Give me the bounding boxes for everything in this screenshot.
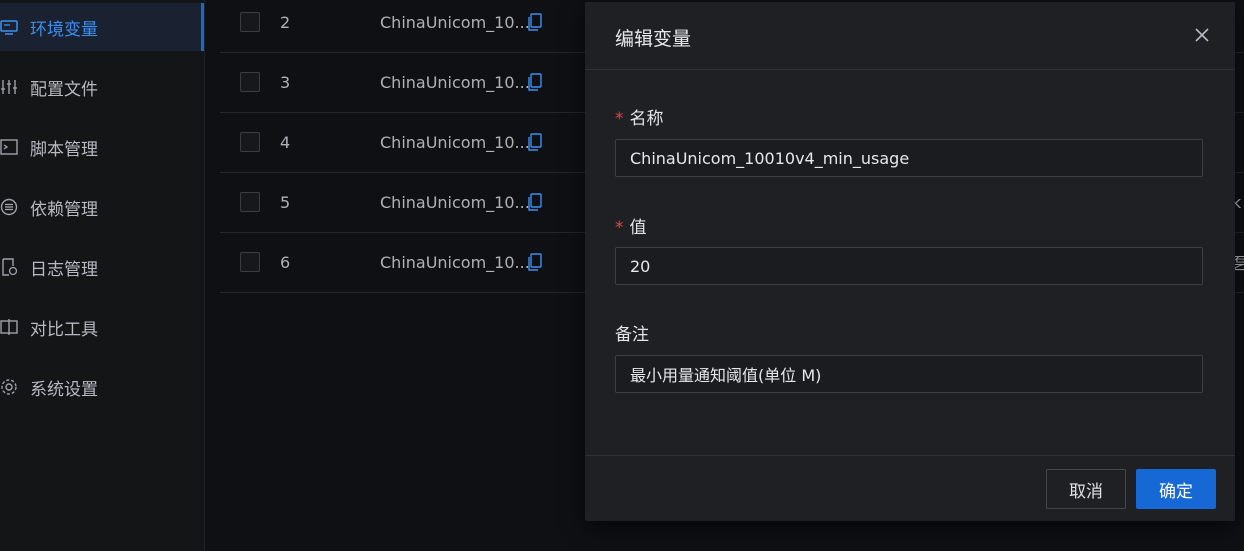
sidebar-item-label: 脚本管理: [30, 139, 98, 160]
diff-icon: [0, 318, 18, 336]
value-label-text: 值: [629, 218, 647, 238]
name-label-text: 名称: [629, 109, 664, 129]
row-number: 4: [280, 132, 291, 152]
row-name: ChinaUnicom_10...: [380, 12, 530, 32]
name-input[interactable]: [615, 139, 1203, 177]
sidebar-item-diff-tool[interactable]: 对比工具: [0, 303, 204, 351]
confirm-button[interactable]: 确定: [1136, 469, 1216, 509]
monitor-icon: [0, 18, 18, 36]
cancel-button[interactable]: 取消: [1046, 469, 1126, 509]
close-icon[interactable]: [1193, 26, 1211, 44]
log-file-icon: [0, 258, 18, 276]
sidebar-item-label: 系统设置: [30, 379, 98, 400]
edit-variable-modal: 编辑变量 *名称 *值 备注 取消 确定: [585, 2, 1235, 521]
row-number: 3: [280, 72, 291, 92]
copy-icon[interactable]: [528, 193, 542, 211]
gear-icon: [0, 378, 18, 396]
remark-label: 备注: [615, 320, 649, 345]
row-checkbox[interactable]: [240, 252, 260, 272]
row-name: ChinaUnicom_10...: [380, 192, 530, 212]
copy-icon[interactable]: [528, 73, 542, 91]
sliders-icon: [0, 78, 18, 96]
sidebar-item-label: 日志管理: [30, 259, 98, 280]
row-name: ChinaUnicom_10...: [380, 72, 530, 92]
row-name: ChinaUnicom_10...: [380, 132, 530, 152]
remark-input[interactable]: [615, 355, 1203, 393]
value-input[interactable]: [615, 247, 1203, 285]
sidebar-item-env-vars[interactable]: 环境变量: [0, 3, 204, 51]
sidebar: 环境变量 配置文件 脚本管理 依赖管理 日志管理 对比工具 系统设置: [0, 0, 205, 551]
modal-title: 编辑变量: [615, 28, 692, 50]
sidebar-item-settings[interactable]: 系统设置: [0, 363, 204, 411]
copy-icon[interactable]: [528, 253, 542, 271]
sidebar-item-scripts[interactable]: 脚本管理: [0, 123, 204, 171]
sidebar-item-config-files[interactable]: 配置文件: [0, 63, 204, 111]
sidebar-item-dependencies[interactable]: 依赖管理: [0, 183, 204, 231]
sidebar-item-logs[interactable]: 日志管理: [0, 243, 204, 291]
value-label: * 值: [615, 213, 647, 238]
row-name: ChinaUnicom_10...: [380, 252, 530, 272]
copy-icon[interactable]: [528, 133, 542, 151]
copy-icon[interactable]: [528, 13, 542, 31]
sidebar-item-label: 对比工具: [30, 319, 98, 340]
sidebar-item-label: 依赖管理: [30, 199, 98, 220]
name-label: * 名称: [615, 104, 664, 129]
row-checkbox[interactable]: [240, 72, 260, 92]
row-checkbox[interactable]: [240, 12, 260, 32]
sidebar-item-label: 配置文件: [30, 79, 98, 100]
row-checkbox[interactable]: [240, 192, 260, 212]
remark-label-text: 备注: [615, 325, 649, 345]
sidebar-item-label: 环境变量: [30, 19, 98, 40]
modal-header: 编辑变量: [585, 2, 1235, 70]
required-mark: *: [615, 109, 624, 129]
required-mark: *: [615, 218, 624, 238]
row-checkbox[interactable]: [240, 132, 260, 152]
terminal-icon: [0, 138, 18, 156]
list-circle-icon: [0, 198, 18, 216]
app-page: 环境变量 配置文件 脚本管理 依赖管理 日志管理 对比工具 系统设置 2 Chi…: [0, 0, 1244, 551]
modal-footer: 取消 确定: [585, 455, 1235, 522]
row-number: 2: [280, 12, 291, 32]
row-number: 6: [280, 252, 291, 272]
row-number: 5: [280, 192, 291, 212]
